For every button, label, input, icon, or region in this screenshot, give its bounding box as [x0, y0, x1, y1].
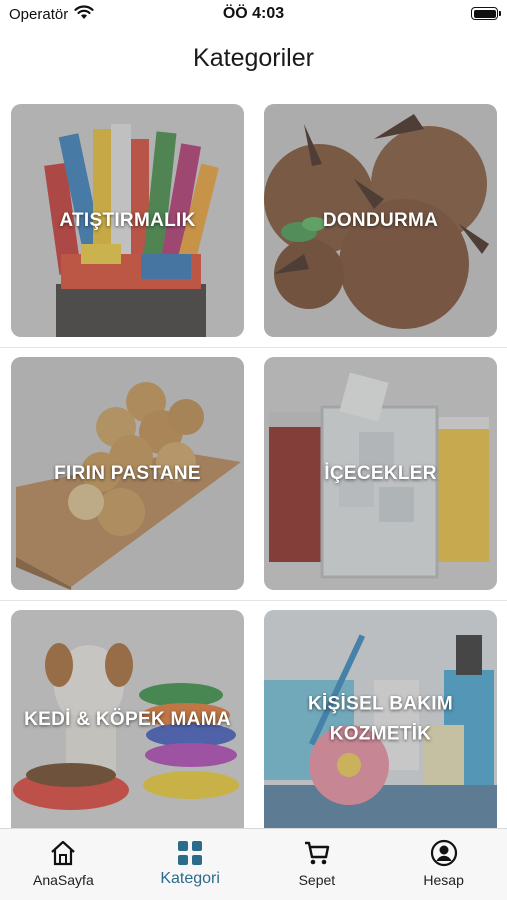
- category-label: İÇECEKLER: [324, 462, 437, 484]
- row-divider: [0, 347, 507, 348]
- category-card-bakery[interactable]: FIRIN PASTANE: [11, 357, 244, 590]
- tab-home[interactable]: AnaSayfa: [0, 829, 127, 900]
- tab-label: Kategori: [160, 870, 220, 887]
- tab-label: Sepet: [298, 872, 336, 888]
- category-label: ATIŞTIRMALIK: [59, 209, 196, 231]
- category-card-personal-care[interactable]: KİŞİSEL BAKIM KOZMETİK: [264, 610, 497, 830]
- home-icon: [49, 839, 77, 867]
- tab-category[interactable]: Kategori: [127, 829, 254, 900]
- category-label: FIRIN PASTANE: [54, 462, 201, 484]
- account-icon: [430, 839, 458, 867]
- row-divider: [0, 600, 507, 601]
- grid-icon: [176, 839, 204, 867]
- status-time: ÖÖ 4:03: [222, 5, 285, 22]
- category-card-snacks[interactable]: ATIŞTIRMALIK: [11, 104, 244, 337]
- category-card-ice-cream[interactable]: DONDURMA: [264, 104, 497, 337]
- page-title: Kategoriler: [193, 44, 314, 72]
- cart-icon: [303, 839, 331, 867]
- tab-label: AnaSayfa: [33, 872, 94, 888]
- tab-account[interactable]: Hesap: [380, 829, 507, 900]
- category-label: KİŞİSEL BAKIM KOZMETİK: [307, 693, 453, 745]
- tab-cart[interactable]: Sepet: [254, 829, 381, 900]
- tab-bar: AnaSayfa Kategori Sepet Hesap: [0, 828, 507, 900]
- tab-label: Hesap: [423, 872, 464, 888]
- battery-icon: [471, 7, 501, 20]
- status-bar: Operatör ÖÖ 4:03: [0, 0, 507, 30]
- category-label: DONDURMA: [322, 209, 439, 231]
- category-card-drinks[interactable]: İÇECEKLER: [264, 357, 497, 590]
- category-card-pet-food[interactable]: KEDİ & KÖPEK MAMA: [11, 610, 244, 830]
- category-label: KEDİ & KÖPEK MAMA: [24, 708, 231, 730]
